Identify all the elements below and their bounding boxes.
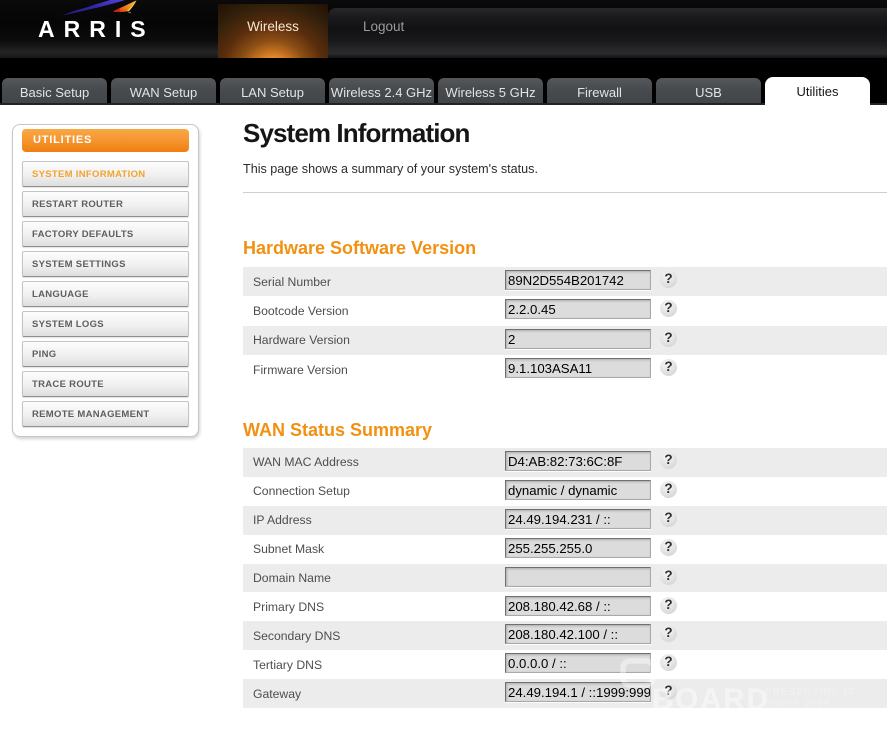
svg-text:™: ™ — [128, 12, 132, 16]
